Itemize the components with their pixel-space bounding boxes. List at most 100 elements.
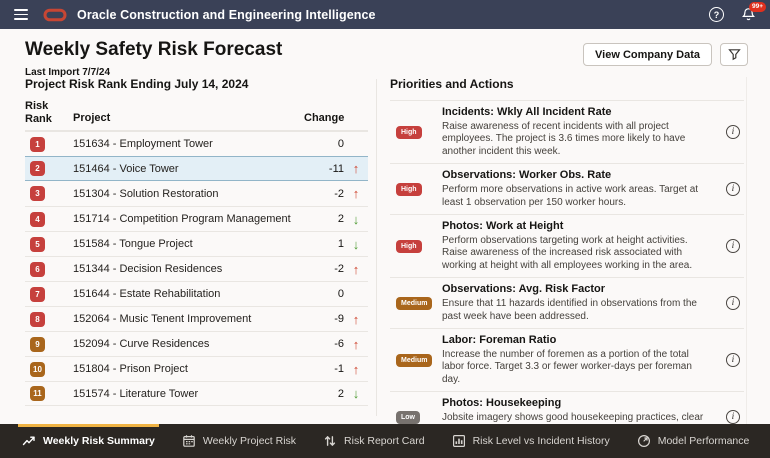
change-arrow-icon (344, 187, 368, 200)
project-name: 151804 - Prison Project (73, 363, 304, 375)
page-body: Weekly Safety Risk Forecast Last Import … (0, 29, 770, 424)
tab-risk-report-card[interactable]: Risk Report Card (323, 424, 425, 458)
help-icon[interactable]: ? (709, 7, 724, 22)
tab-model-performance[interactable]: Model Performance (637, 424, 750, 458)
notifications-bell-icon[interactable]: 99+ (741, 7, 756, 22)
table-row[interactable]: 11 151574 - Literature Tower 2 (25, 381, 368, 406)
priority-item: Low Photos: Housekeeping Jobsite imagery… (390, 392, 744, 424)
priority-level-badge: Low (396, 411, 420, 424)
priority-description: Raise awareness of recent incidents with… (442, 121, 712, 159)
change-arrow-icon (344, 387, 368, 400)
tab-weekly-risk-summary[interactable]: Weekly Risk Summary (22, 424, 155, 458)
table-header-row: Risk Rank Project Change (25, 100, 368, 131)
change-arrow-icon (344, 238, 368, 251)
rank-badge: 11 (30, 386, 45, 401)
gauge-icon (637, 434, 651, 448)
view-company-data-button[interactable]: View Company Data (583, 43, 712, 66)
tab-weekly-project-risk[interactable]: Weekly Project Risk (182, 424, 296, 458)
col-header-rank: Risk Rank (25, 100, 55, 125)
priorities-title: Priorities and Actions (390, 77, 744, 101)
change-value: -9 (304, 313, 344, 325)
info-icon[interactable] (726, 125, 740, 139)
priority-title: Observations: Avg. Risk Factor (442, 283, 712, 297)
oracle-logo-icon (43, 8, 67, 22)
table-row[interactable]: 6 151344 - Decision Residences -2 (25, 256, 368, 281)
table-row[interactable]: 5 151584 - Tongue Project 1 (25, 231, 368, 256)
priority-item: Medium Observations: Avg. Risk Factor En… (390, 278, 744, 329)
table-row[interactable]: 8 152064 - Music Tenent Improvement -9 (25, 306, 368, 331)
table-row[interactable]: 7 151644 - Estate Rehabilitation 0 (25, 281, 368, 306)
info-icon[interactable] (726, 239, 740, 253)
priority-item: High Observations: Worker Obs. Rate Perf… (390, 164, 744, 215)
table-row[interactable]: 4 151714 - Competition Program Managemen… (25, 206, 368, 231)
priority-item: Medium Labor: Foreman Ratio Increase the… (390, 329, 744, 392)
trend-icon (22, 434, 36, 448)
priority-item: High Photos: Work at Height Perform obse… (390, 215, 744, 278)
change-value: -1 (304, 363, 344, 375)
priority-title: Incidents: Wkly All Incident Rate (442, 106, 712, 120)
tab-risk-level-vs-incident-history[interactable]: Risk Level vs Incident History (452, 424, 610, 458)
rank-badge: 2 (30, 161, 45, 176)
priority-description: Increase the number of foremen as a port… (442, 349, 712, 387)
table-row[interactable]: 9 152094 - Curve Residences -6 (25, 331, 368, 356)
project-name: 151344 - Decision Residences (73, 263, 304, 275)
notification-count-badge: 99+ (749, 2, 766, 12)
change-value: -6 (304, 338, 344, 350)
rank-badge: 7 (30, 287, 45, 302)
project-name: 151714 - Competition Program Management (73, 213, 304, 225)
col-header-change: Change (304, 112, 344, 125)
change-value: 0 (304, 288, 344, 300)
priority-title: Photos: Work at Height (442, 220, 712, 234)
rank-badge: 8 (30, 312, 45, 327)
bar-chart-icon (452, 434, 466, 448)
change-arrow-icon (344, 363, 368, 376)
change-arrow-icon (344, 313, 368, 326)
risk-table-title: Project Risk Rank Ending July 14, 2024 (25, 77, 368, 91)
change-value: -2 (304, 263, 344, 275)
change-arrow-icon (344, 213, 368, 226)
table-row[interactable]: 2 151464 - Voice Tower -11 (25, 156, 368, 181)
project-name: 151304 - Solution Restoration (73, 188, 304, 200)
table-row[interactable]: 10 151804 - Prison Project -1 (25, 356, 368, 381)
app-title: Oracle Construction and Engineering Inte… (77, 8, 376, 22)
change-value: -2 (304, 188, 344, 200)
filter-button[interactable] (720, 43, 748, 66)
panel-divider (376, 79, 377, 416)
table-row[interactable]: 3 151304 - Solution Restoration -2 (25, 181, 368, 206)
info-icon[interactable] (726, 182, 740, 196)
rank-badge: 9 (30, 337, 45, 352)
project-name: 151634 - Employment Tower (73, 138, 304, 150)
priority-description: Perform observations targeting work at h… (442, 235, 712, 273)
rank-badge: 3 (30, 186, 45, 201)
change-arrow-icon (344, 338, 368, 351)
rank-badge: 5 (30, 237, 45, 252)
change-value: -11 (304, 163, 344, 175)
priority-level-badge: High (396, 126, 422, 139)
rank-badge: 4 (30, 212, 45, 227)
priority-item: High Incidents: Wkly All Incident Rate R… (390, 101, 744, 164)
table-row[interactable]: 1 151634 - Employment Tower 0 (25, 131, 368, 156)
change-value: 1 (304, 238, 344, 250)
project-name: 151464 - Voice Tower (73, 163, 304, 175)
priority-level-badge: High (396, 183, 422, 196)
project-name: 152064 - Music Tenent Improvement (73, 313, 304, 325)
info-icon[interactable] (726, 410, 740, 424)
info-icon[interactable] (726, 353, 740, 367)
rank-badge: 10 (30, 362, 45, 377)
top-app-bar: Oracle Construction and Engineering Inte… (0, 0, 770, 29)
change-arrow-icon (344, 263, 368, 276)
menu-icon[interactable] (14, 9, 28, 20)
priority-level-badge: Medium (396, 354, 432, 367)
priority-description: Ensure that 11 hazards identified in obs… (442, 298, 712, 323)
info-icon[interactable] (726, 296, 740, 310)
calendar-icon (182, 434, 196, 448)
rank-badge: 1 (30, 137, 45, 152)
priority-title: Photos: Housekeeping (442, 397, 712, 411)
bottom-tab-bar: Weekly Risk Summary Weekly Project Risk … (0, 424, 770, 458)
priority-level-badge: High (396, 240, 422, 253)
change-arrow-icon (344, 162, 368, 175)
priority-title: Labor: Foreman Ratio (442, 334, 712, 348)
funnel-icon (728, 48, 741, 61)
project-name: 151584 - Tongue Project (73, 238, 304, 250)
priorities-panel: Priorities and Actions High Incidents: W… (390, 77, 747, 424)
